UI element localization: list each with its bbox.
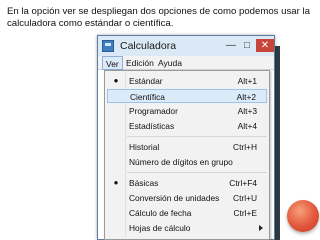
menu-item-label: Estadísticas [129,121,175,131]
menu-item-shortcut: Alt+2 [236,92,256,102]
menu-item-label: Cálculo de fecha [129,208,192,218]
menu-item-shortcut: Alt+4 [237,121,257,131]
menu-item-label: Básicas [129,178,159,188]
calculator-app-icon [102,40,114,52]
menu-item-label: Número de dígitos en grupo [129,157,233,167]
maximize-button[interactable]: □ [240,39,254,52]
menu-item-estandar[interactable]: ● Estándar Alt+1 [107,74,267,88]
slide-caption: En la opción ver se despliegan dos opcio… [7,6,310,29]
menu-item-basicas[interactable]: ● Básicas Ctrl+F4 [107,176,267,190]
menu-item-shortcut: Ctrl+H [233,142,257,152]
menu-separator [127,172,267,173]
menu-ayuda[interactable]: Ayuda [158,58,182,68]
menu-item-label: Historial [129,142,160,152]
menu-item-conversion-unidades[interactable]: Conversión de unidades Ctrl+U [107,191,267,205]
menu-item-shortcut: Ctrl+E [233,208,257,218]
window-title: Calculadora [120,40,177,52]
menu-item-shortcut: Alt+3 [237,106,257,116]
menu-item-shortcut: Alt+1 [237,76,257,86]
menu-item-programador[interactable]: Programador Alt+3 [107,104,267,118]
menu-item-label: Hojas de cálculo [129,223,191,233]
menu-item-calculo-fecha[interactable]: Cálculo de fecha Ctrl+E [107,206,267,220]
menu-item-label: Programador [129,106,178,116]
menu-item-cientifica[interactable]: Científica Alt+2 [107,89,267,103]
menu-item-label: Estándar [129,76,163,86]
menu-item-historial[interactable]: Historial Ctrl+H [107,140,267,154]
menu-bar: Ver Edición Ayuda [98,56,274,70]
title-bar[interactable]: Calculadora — □ ✕ [98,36,274,56]
close-button[interactable]: ✕ [256,39,274,52]
menu-item-estadisticas[interactable]: Estadísticas Alt+4 [107,119,267,133]
radio-bullet-icon: ● [113,178,119,187]
radio-bullet-icon: ● [113,76,119,85]
menu-item-shortcut: Ctrl+F4 [229,178,257,188]
ver-dropdown-menu: ● Estándar Alt+1 Científica Alt+2 Progra… [104,70,270,240]
calculator-window: Calculadora — □ ✕ Ver Edición Ayuda ● Es… [97,35,275,240]
menu-item-label: Conversión de unidades [129,193,220,203]
decorative-orange-circle [287,200,319,232]
menu-separator [127,136,267,137]
menu-edicion[interactable]: Edición [126,58,154,68]
minimize-button[interactable]: — [224,39,238,52]
menu-item-hojas-calculo[interactable]: Hojas de cálculo [107,221,267,235]
menu-ver[interactable]: Ver [102,56,123,70]
menu-item-label: Científica [130,92,165,102]
menu-item-shortcut: Ctrl+U [233,193,257,203]
submenu-arrow-icon [259,225,263,231]
menu-item-numero-digitos[interactable]: Número de dígitos en grupo [107,155,267,169]
